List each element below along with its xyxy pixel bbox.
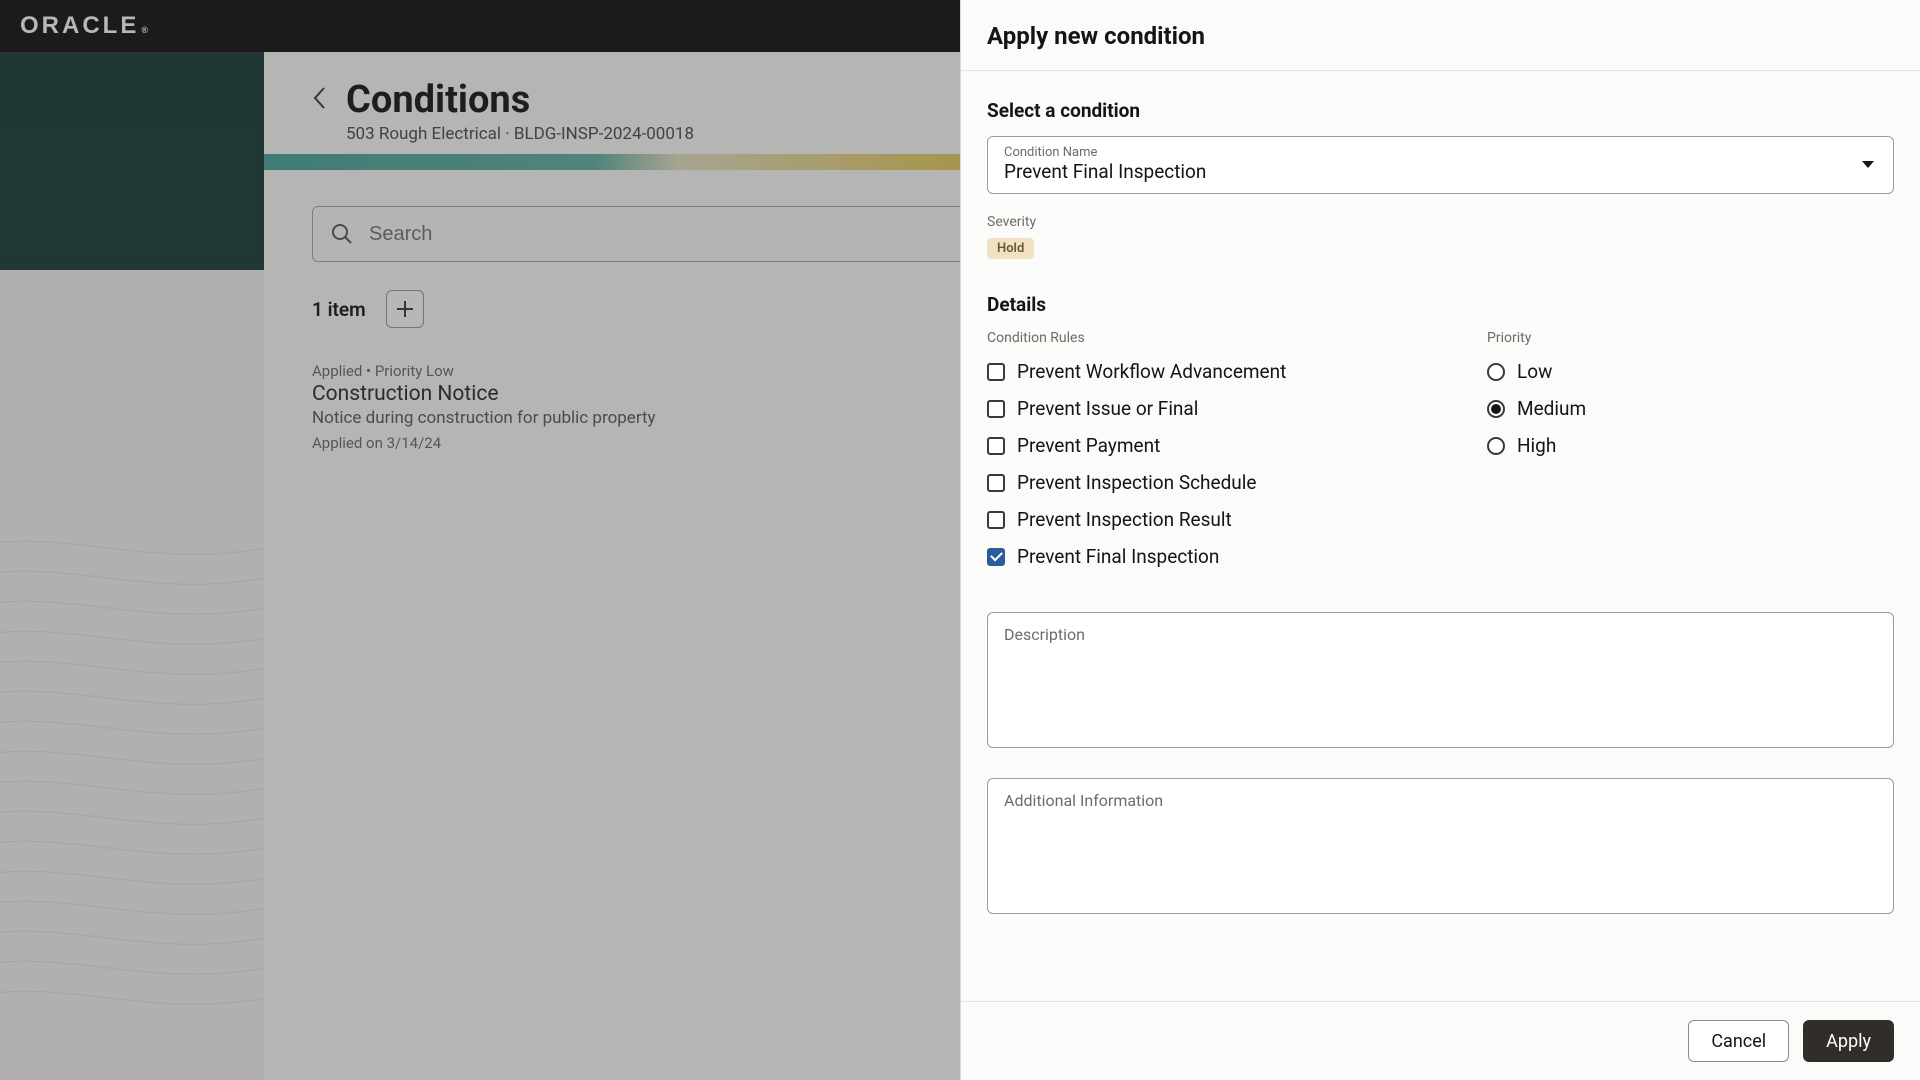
rule-label: Prevent Final Inspection — [1017, 545, 1219, 568]
radio-icon[interactable] — [1487, 363, 1505, 381]
brand-text: ORACLE — [20, 12, 139, 40]
condition-rules-column: Condition Rules Prevent Workflow Advance… — [987, 330, 1427, 582]
additional-info-label: Additional Information — [1004, 791, 1877, 810]
priority-column: Priority Low Medium High — [1487, 330, 1894, 582]
sidepanel — [0, 52, 264, 1080]
radio-icon[interactable] — [1487, 400, 1505, 418]
checkbox-icon[interactable] — [987, 363, 1005, 381]
radio-icon[interactable] — [1487, 437, 1505, 455]
item-count: 1 item — [312, 298, 366, 321]
additional-info-field[interactable]: Additional Information — [987, 778, 1894, 914]
priority-label: Priority — [1487, 330, 1894, 346]
rule-label: Prevent Payment — [1017, 434, 1160, 457]
drawer-title: Apply new condition — [987, 22, 1894, 50]
details-section-label: Details — [987, 293, 1894, 316]
rule-label: Prevent Inspection Schedule — [1017, 471, 1256, 494]
dropdown-label: Condition Name — [1004, 145, 1877, 160]
rule-option[interactable]: Prevent Payment — [987, 434, 1427, 457]
rule-option[interactable]: Prevent Issue or Final — [987, 397, 1427, 420]
rule-option[interactable]: Prevent Inspection Schedule — [987, 471, 1427, 494]
priority-label: Low — [1517, 360, 1552, 383]
priority-label: Medium — [1517, 397, 1586, 420]
page-subtitle: 503 Rough Electrical · BLDG-INSP-2024-00… — [346, 124, 694, 144]
caret-down-icon — [1861, 160, 1875, 170]
priority-option[interactable]: Medium — [1487, 397, 1894, 420]
checkbox-icon[interactable] — [987, 400, 1005, 418]
condition-rules-label: Condition Rules — [987, 330, 1427, 346]
severity-label: Severity — [987, 214, 1894, 230]
drawer-header: Apply new condition — [961, 0, 1920, 71]
checkbox-icon[interactable] — [987, 548, 1005, 566]
back-button[interactable] — [312, 86, 326, 110]
drawer-body: Select a condition Condition Name Preven… — [961, 71, 1920, 1001]
rule-option[interactable]: Prevent Workflow Advancement — [987, 360, 1427, 383]
description-label: Description — [1004, 625, 1877, 644]
rule-label: Prevent Workflow Advancement — [1017, 360, 1286, 383]
rule-label: Prevent Inspection Result — [1017, 508, 1232, 531]
priority-option[interactable]: High — [1487, 434, 1894, 457]
dropdown-value: Prevent Final Inspection — [1004, 160, 1877, 183]
plus-icon — [396, 300, 414, 318]
add-condition-button[interactable] — [386, 290, 424, 328]
sidepanel-decorative-waves — [0, 510, 264, 1070]
apply-button[interactable]: Apply — [1803, 1020, 1894, 1062]
drawer-footer: Cancel Apply — [961, 1001, 1920, 1080]
search-icon — [331, 223, 353, 245]
sidepanel-teal-block — [0, 52, 264, 270]
oracle-logo: ORACLE® — [20, 12, 148, 40]
rule-option[interactable]: Prevent Inspection Result — [987, 508, 1427, 531]
rule-option[interactable]: Prevent Final Inspection — [987, 545, 1427, 568]
cancel-button[interactable]: Cancel — [1688, 1020, 1789, 1062]
severity-badge: Hold — [987, 238, 1034, 259]
priority-label: High — [1517, 434, 1556, 457]
checkbox-icon[interactable] — [987, 437, 1005, 455]
checkbox-icon[interactable] — [987, 511, 1005, 529]
select-condition-section-label: Select a condition — [987, 99, 1894, 122]
apply-condition-drawer: Apply new condition Select a condition C… — [960, 0, 1920, 1080]
condition-name-dropdown[interactable]: Condition Name Prevent Final Inspection — [987, 136, 1894, 194]
priority-option[interactable]: Low — [1487, 360, 1894, 383]
rule-label: Prevent Issue or Final — [1017, 397, 1198, 420]
page-title: Conditions — [346, 78, 694, 122]
description-field[interactable]: Description — [987, 612, 1894, 748]
checkbox-icon[interactable] — [987, 474, 1005, 492]
